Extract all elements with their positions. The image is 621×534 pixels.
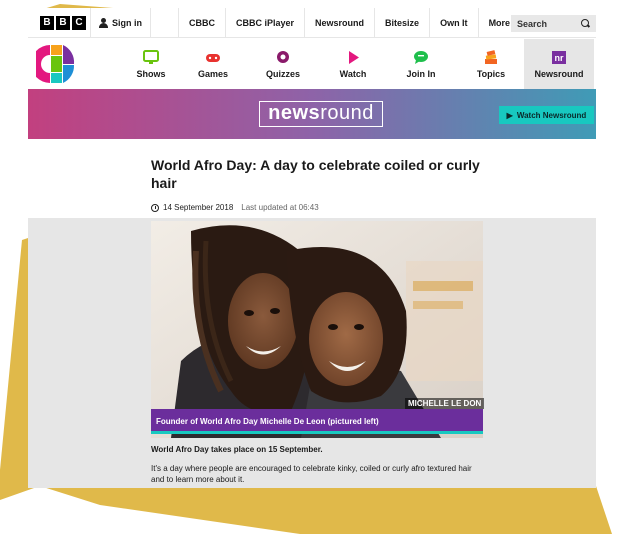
sign-in-link[interactable]: Sign in bbox=[90, 8, 151, 38]
bbc-logo-letter: B bbox=[40, 16, 54, 30]
logo-text-light: round bbox=[320, 102, 374, 124]
article-updated: Last updated at 06:43 bbox=[241, 203, 319, 212]
photo-credit: MICHELLE LE DON bbox=[405, 398, 485, 409]
nav-label: Shows bbox=[136, 68, 166, 79]
cbbc-logo[interactable] bbox=[36, 43, 76, 85]
newsround-page: B B C Sign in CBBC CBBC iPlayer Newsroun… bbox=[28, 8, 596, 488]
nav-label: Watch bbox=[339, 68, 367, 79]
newsround-logo[interactable]: newsround bbox=[259, 101, 383, 127]
svg-text:nr: nr bbox=[555, 53, 564, 63]
bbc-logo-letter: B bbox=[56, 16, 70, 30]
bbc-logo-letter: C bbox=[72, 16, 86, 30]
newsround-banner: newsround ▶ Watch Newsround bbox=[28, 89, 596, 139]
article-title: World Afro Day: A day to celebrate coile… bbox=[151, 157, 480, 191]
cbbc-nav-games[interactable]: Games bbox=[178, 39, 248, 89]
nav-label: Newsround bbox=[534, 68, 584, 79]
gamepad-icon bbox=[206, 53, 220, 62]
article-date: 14 September 2018 bbox=[163, 203, 234, 212]
nav-label: Topics bbox=[476, 68, 506, 79]
cbbc-nav-shows[interactable]: Shows bbox=[116, 39, 186, 89]
article-paragraph: It's a day where people are encouraged t… bbox=[151, 464, 472, 484]
clock-icon bbox=[151, 203, 159, 212]
play-icon: ▶ bbox=[506, 110, 513, 120]
nav-cbbc-iplayer[interactable]: CBBC iPlayer bbox=[225, 8, 304, 38]
user-icon bbox=[99, 18, 108, 28]
sign-in-label: Sign in bbox=[112, 18, 142, 28]
cbbc-nav-join-in[interactable]: Join In bbox=[386, 39, 456, 89]
photo-caption: Founder of World Afro Day Michelle De Le… bbox=[151, 409, 483, 434]
nav-cbbc[interactable]: CBBC bbox=[178, 8, 225, 38]
quiz-icon bbox=[277, 50, 289, 63]
cbbc-nav-newsround[interactable]: nr Newsround bbox=[524, 39, 594, 89]
cbbc-nav: Shows Games Quizzes Watch Join In Topics… bbox=[28, 39, 596, 89]
nav-label: Quizzes bbox=[265, 68, 300, 79]
tv-icon bbox=[143, 49, 159, 64]
watch-newsround-button[interactable]: ▶ Watch Newsround bbox=[499, 106, 594, 124]
nav-label: Games bbox=[197, 68, 229, 79]
nav-more-label: More bbox=[488, 18, 511, 28]
cbbc-nav-watch[interactable]: Watch bbox=[318, 39, 388, 89]
search-icon[interactable] bbox=[581, 19, 590, 28]
article-intro: World Afro Day takes place on 15 Septemb… bbox=[151, 445, 323, 454]
nav-label: Join In bbox=[406, 68, 436, 79]
nr-icon: nr bbox=[552, 50, 566, 64]
cbbc-nav-topics[interactable]: Topics bbox=[456, 39, 526, 89]
watch-newsround-label: Watch Newsround bbox=[516, 110, 587, 120]
bbc-nav: CBBC CBBC iPlayer Newsround Bitesize Own… bbox=[178, 8, 542, 38]
nav-bitesize[interactable]: Bitesize bbox=[374, 8, 429, 38]
speech-icon bbox=[414, 50, 428, 64]
cbbc-nav-quizzes[interactable]: Quizzes bbox=[248, 39, 318, 89]
article-meta: 14 September 2018 Last updated at 06:43 bbox=[151, 203, 319, 212]
play-icon bbox=[349, 50, 359, 64]
stack-icon bbox=[485, 49, 497, 64]
bbc-top-bar: B B C Sign in CBBC CBBC iPlayer Newsroun… bbox=[28, 8, 596, 38]
nav-own-it[interactable]: Own It bbox=[429, 8, 478, 38]
bbc-logo[interactable]: B B C bbox=[40, 16, 86, 30]
search-placeholder: Search bbox=[517, 18, 548, 29]
logo-text-bold: news bbox=[268, 102, 321, 124]
nav-newsround[interactable]: Newsround bbox=[304, 8, 374, 38]
search-input[interactable]: Search bbox=[511, 15, 596, 32]
